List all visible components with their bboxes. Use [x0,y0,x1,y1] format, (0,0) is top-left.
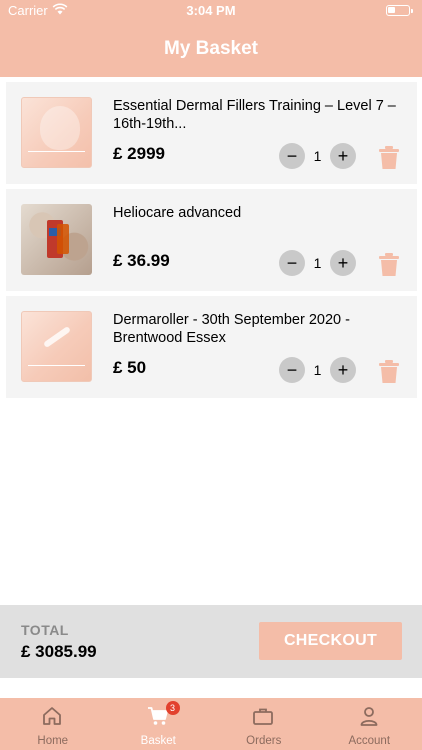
increase-quantity-button[interactable]: + [330,143,356,169]
item-name[interactable]: Heliocare advanced [113,204,403,222]
header-bar: Carrier 3:04 PM My Basket [0,0,422,77]
total-label: TOTAL [21,622,69,638]
person-icon [360,707,377,726]
face-graphic [40,106,80,150]
basket-item: Essential Dermal Fillers Training – Leve… [6,82,417,184]
heliocare-thumbnail[interactable] [21,204,92,275]
tab-label: Home [37,735,69,747]
item-price: £ 36.99 [113,251,170,270]
quantity-value: 1 [313,148,322,164]
quantity-value: 1 [313,362,322,378]
tab-label: Account [348,735,391,747]
trash-icon[interactable] [379,253,399,277]
quantity-value: 1 [313,255,322,271]
battery-icon [386,5,413,16]
item-name[interactable]: Essential Dermal Fillers Training – Leve… [113,97,403,133]
briefcase-icon [253,708,273,725]
tab-home[interactable]: Home [0,698,106,750]
dermaroller-thumbnail[interactable] [21,311,92,382]
decrease-quantity-button[interactable]: − [279,143,305,169]
status-time: 3:04 PM [186,3,236,18]
tab-orders[interactable]: Orders [211,698,317,750]
home-icon [43,707,61,725]
thumbnail-caption-line [28,151,85,161]
increase-quantity-button[interactable]: + [330,357,356,383]
basket-item: Dermaroller - 30th September 2020 - Bren… [6,296,417,398]
tab-bar: Home 3 Basket Orders Account [0,698,422,750]
increase-quantity-button[interactable]: + [330,250,356,276]
trash-icon[interactable] [379,360,399,384]
decrease-quantity-button[interactable]: − [279,250,305,276]
status-bar: Carrier 3:04 PM [0,0,422,22]
tab-account[interactable]: Account [317,698,422,750]
tab-label: Basket [140,735,176,747]
checkout-button[interactable]: CHECKOUT [259,622,402,660]
cart-count-badge: 3 [165,701,180,715]
total-value: £ 3085.99 [21,642,97,661]
item-name[interactable]: Dermaroller - 30th September 2020 - Bren… [113,311,403,347]
tab-label: Orders [246,735,282,747]
thumbnail-caption-line [28,365,85,375]
decrease-quantity-button[interactable]: − [279,357,305,383]
basket-item: Heliocare advanced £ 36.99 − 1 + [6,189,417,291]
dermal-fillers-thumbnail[interactable] [21,97,92,168]
page-title: My Basket [164,38,258,59]
product-bottle-graphic [57,224,69,254]
trash-icon[interactable] [379,146,399,170]
total-bar: TOTAL £ 3085.99 CHECKOUT [0,605,422,678]
tab-basket[interactable]: 3 Basket [106,698,212,750]
item-price: £ 2999 [113,144,165,163]
roller-graphic [42,325,72,349]
item-price: £ 50 [113,358,147,377]
